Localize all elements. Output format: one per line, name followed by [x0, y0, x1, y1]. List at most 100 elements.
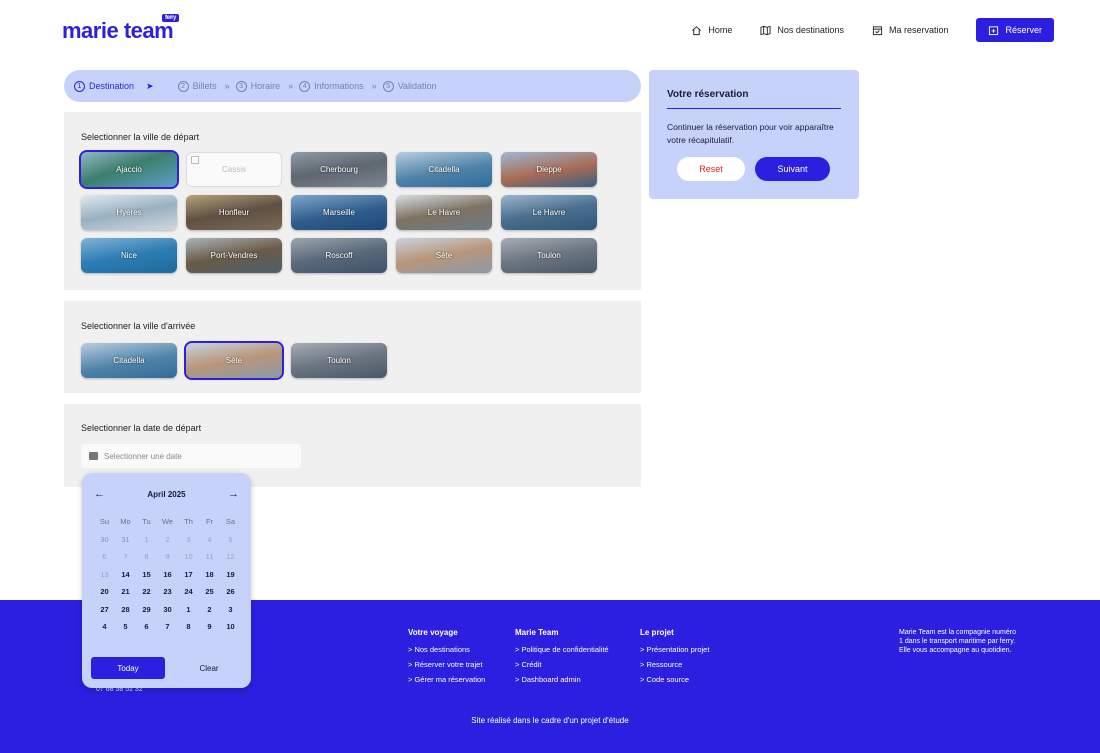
home-icon — [692, 25, 702, 35]
logo[interactable]: marie team ferry — [62, 14, 179, 44]
calendar-day: 31 — [121, 534, 130, 544]
clear-button[interactable]: Clear — [177, 657, 241, 679]
weekday-label: Mo — [120, 517, 131, 527]
date-input[interactable]: Selectionner une date — [81, 444, 301, 468]
reserve-button-label: Réserver — [1005, 25, 1042, 35]
calendar-day[interactable]: 2 — [199, 601, 220, 619]
calendar-day[interactable]: 24 — [178, 583, 199, 601]
today-button[interactable]: Today — [91, 657, 165, 679]
footer-col-title: Le projet — [640, 628, 674, 637]
arrival-panel: Selectionner la ville d'arrivée Citadell… — [64, 301, 641, 393]
calendar-day[interactable]: 20 — [94, 583, 115, 601]
calendar-day[interactable]: 6 — [136, 618, 157, 636]
next-button[interactable]: Suivant — [755, 157, 830, 181]
city-tile[interactable]: Sète — [184, 341, 284, 380]
date-placeholder: Selectionner une date — [104, 451, 182, 461]
nav-destinations[interactable]: Nos destinations — [760, 25, 844, 36]
next-month-icon[interactable]: → — [228, 488, 239, 500]
calendar-day[interactable]: 30 — [157, 601, 178, 619]
city-tile[interactable]: Nice — [81, 238, 177, 273]
city-tile[interactable]: Dieppe — [501, 152, 597, 187]
calendar-day[interactable]: 1 — [178, 601, 199, 619]
footer-link[interactable]: > Crédit — [515, 660, 609, 669]
city-label: Cassis — [221, 165, 246, 174]
calendar-day[interactable]: 21 — [115, 583, 136, 601]
calendar-day[interactable]: 18 — [199, 566, 220, 584]
calendar-day: 6 — [102, 552, 107, 562]
calendar-day[interactable]: 9 — [199, 618, 220, 636]
city-tile[interactable]: Toulon — [501, 238, 597, 273]
calendar-day[interactable]: 28 — [115, 601, 136, 619]
calendar-day[interactable]: 4 — [94, 618, 115, 636]
weekday-label: Su — [99, 517, 110, 527]
city-tile[interactable]: Honfleur — [186, 195, 282, 230]
city-tile[interactable]: Citadella — [81, 343, 177, 378]
footer-link[interactable]: > Code source — [640, 675, 709, 684]
nav-reservation[interactable]: Ma reservation — [872, 25, 949, 36]
city-tile[interactable]: Ajaccio — [79, 150, 179, 189]
calendar-day[interactable]: 16 — [157, 566, 178, 584]
footer-link[interactable]: > Politique de confidentialité — [515, 645, 609, 654]
city-tile[interactable]: Port-Vendres — [186, 238, 282, 273]
nav-home-label: Home — [708, 25, 733, 35]
city-tile[interactable]: Cherbourg — [291, 152, 387, 187]
city-tile[interactable]: Marseille — [291, 195, 387, 230]
city-tile[interactable]: Roscoff — [291, 238, 387, 273]
calendar-day[interactable]: 26 — [220, 583, 241, 601]
city-tile[interactable]: Le Havre — [501, 195, 597, 230]
city-label: Cherbourg — [320, 165, 358, 174]
city-label: Citadella — [113, 356, 145, 365]
step-number: 1 — [74, 80, 85, 92]
city-tile[interactable]: Le Havre — [396, 195, 492, 230]
step-billets[interactable]: 2 Billets — [177, 80, 217, 92]
calendar-day[interactable]: 27 — [94, 601, 115, 619]
step-separator: » — [288, 81, 293, 91]
weekday-label: We — [161, 517, 174, 527]
calendar-day[interactable]: 22 — [136, 583, 157, 601]
city-label: Dieppe — [536, 165, 562, 174]
step-horaire[interactable]: 3 Horaire — [235, 80, 280, 92]
weekday-label: Th — [184, 517, 193, 527]
calendar-day[interactable]: 19 — [220, 566, 241, 584]
summary-title: Votre réservation — [667, 89, 749, 100]
prev-month-icon[interactable]: ← — [94, 488, 105, 500]
city-label: Port-Vendres — [210, 251, 258, 260]
nav-reservation-label: Ma reservation — [888, 25, 949, 35]
calendar-day[interactable]: 3 — [220, 601, 241, 619]
calendar-day[interactable]: 14 — [115, 566, 136, 584]
logo-badge: ferry — [162, 14, 179, 22]
footer-link[interactable]: > Ressource — [640, 660, 709, 669]
calendar-day[interactable]: 5 — [115, 618, 136, 636]
calendar-day[interactable]: 7 — [157, 618, 178, 636]
calendar-day[interactable]: 23 — [157, 583, 178, 601]
calendar-day[interactable]: 10 — [220, 618, 241, 636]
footer-link[interactable]: > Dashboard admin — [515, 675, 609, 684]
footer-col-projet: Le projet > Présentation projet > Ressou… — [640, 628, 709, 690]
step-number: 2 — [177, 80, 189, 92]
city-tile[interactable]: Toulon — [291, 343, 387, 378]
calendar-day[interactable]: 15 — [136, 566, 157, 584]
calendar-day[interactable]: 25 — [199, 583, 220, 601]
reserve-button[interactable]: Réserver — [976, 18, 1054, 42]
step-destination[interactable]: 1 Destination — [74, 80, 134, 92]
calendar-day: 13 — [100, 569, 109, 579]
step-number: 5 — [382, 80, 394, 92]
calendar-day[interactable]: 8 — [178, 618, 199, 636]
footer-link[interactable]: > Nos destinations — [408, 645, 485, 654]
calendar-day[interactable]: 17 — [178, 566, 199, 584]
city-tile[interactable]: Sète — [396, 238, 492, 273]
footer-link[interactable]: > Gérer ma réservation — [408, 675, 485, 684]
footer-link[interactable]: > Réserver votre trajet — [408, 660, 485, 669]
city-tile[interactable]: Cassis — [186, 152, 282, 187]
nav-home[interactable]: Home — [691, 25, 732, 36]
step-validation[interactable]: 5 Validation — [382, 80, 437, 92]
calendar-day[interactable]: 29 — [136, 601, 157, 619]
footer-col-voyage: Votre voyage > Nos destinations > Réserv… — [408, 628, 485, 690]
footer-link[interactable]: > Présentation projet — [640, 645, 709, 654]
step-informations[interactable]: 4 Informations — [299, 80, 364, 92]
city-tile[interactable]: Citadella — [396, 152, 492, 187]
reset-button[interactable]: Reset — [677, 157, 745, 181]
city-tile[interactable]: Hyères — [81, 195, 177, 230]
main-nav: Home Nos destinations Ma reservation Rés… — [691, 18, 1054, 42]
calendar-day: 9 — [165, 552, 170, 562]
